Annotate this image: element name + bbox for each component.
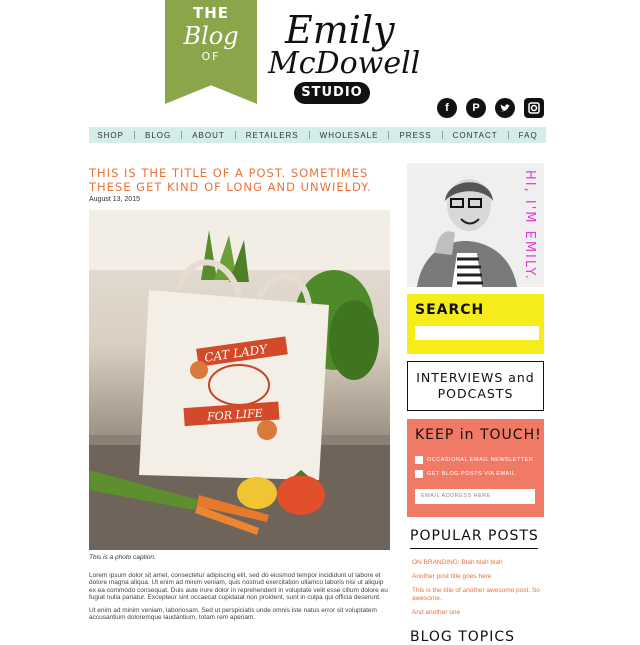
banner-line3: OF: [201, 50, 221, 63]
post-date: August 13, 2015: [89, 196, 140, 203]
newsletter-option[interactable]: OCCASIONAL EMAIL NEWSLETTER: [415, 456, 533, 464]
nav-retailers[interactable]: RETAILERS: [246, 131, 299, 140]
pinterest-icon[interactable]: P: [466, 98, 486, 118]
nav-faq[interactable]: FAQ: [519, 131, 538, 140]
nav-blog[interactable]: BLOG: [145, 131, 171, 140]
blog-banner[interactable]: THE Blog OF: [165, 0, 257, 104]
nav-separator: [308, 131, 310, 139]
banner-line1: THE: [192, 4, 230, 22]
popular-post-link[interactable]: And another one: [412, 609, 542, 617]
nav-wholesale[interactable]: WHOLESALE: [320, 131, 379, 140]
popular-posts-title: POPULAR POSTS: [410, 528, 539, 544]
twitter-icon[interactable]: [495, 98, 515, 118]
nav-separator: [234, 131, 236, 139]
nav-about[interactable]: ABOUT: [192, 131, 225, 140]
logo-last-name[interactable]: McDowell: [268, 46, 420, 81]
logo-studio-badge[interactable]: STUDIO: [294, 82, 370, 104]
main-nav: SHOP BLOG ABOUT RETAILERS WHOLESALE PRES…: [89, 127, 546, 143]
facebook-icon[interactable]: f: [437, 98, 457, 118]
nav-separator: [133, 131, 135, 139]
nav-shop[interactable]: SHOP: [97, 131, 124, 140]
photo-caption: This is a photo caption.: [89, 554, 156, 561]
social-links: f P: [437, 98, 544, 118]
newsletter-label: OCCASIONAL EMAIL NEWSLETTER: [427, 457, 534, 463]
blog-email-option[interactable]: GET BLOG POSTS VIA EMAIL: [415, 470, 515, 478]
post-paragraph: Ut enim ad minim veniam, laboriosam. Sed…: [89, 606, 377, 622]
post-body: Lorem ipsum dolor sit amet, consectetur …: [89, 572, 389, 626]
interviews-line1: INTERVIEWS and: [416, 370, 535, 385]
keep-in-touch-title: KEEP in TOUCH!: [415, 427, 542, 443]
nav-separator: [441, 131, 443, 139]
popular-posts-divider: [410, 548, 538, 549]
popular-post-link[interactable]: ON BRANDING: Blah blah blah: [412, 559, 542, 567]
popular-post-link[interactable]: Another post title goes here: [412, 573, 542, 581]
search-input[interactable]: [415, 326, 539, 340]
instagram-icon[interactable]: [524, 98, 544, 118]
newsletter-checkbox[interactable]: [415, 456, 423, 464]
nav-separator: [507, 131, 509, 139]
blog-email-checkbox[interactable]: [415, 470, 423, 478]
nav-separator: [388, 131, 390, 139]
interviews-podcasts-link[interactable]: INTERVIEWS and PODCASTS: [407, 361, 544, 411]
nav-press[interactable]: PRESS: [399, 131, 431, 140]
hi-im-emily: HI, I'M EMILY.: [522, 170, 537, 281]
search-label: SEARCH: [415, 302, 485, 318]
interviews-line2: PODCASTS: [437, 386, 514, 401]
search-widget: SEARCH: [407, 294, 544, 354]
nav-separator: [181, 131, 183, 139]
post-paragraph: Lorem ipsum dolor sit amet, consectetur …: [89, 572, 388, 602]
banner-line2: Blog: [183, 22, 239, 50]
popular-post-link[interactable]: This is the title of another awesome pos…: [412, 587, 542, 603]
blog-topics-title: BLOG TOPICS: [410, 629, 516, 645]
post-photo: CAT LADY FOR LIFE: [89, 210, 390, 550]
blog-email-label: GET BLOG POSTS VIA EMAIL: [427, 471, 516, 477]
post-title[interactable]: THIS IS THE TITLE OF A POST. SOMETIMES T…: [89, 166, 389, 194]
nav-contact[interactable]: CONTACT: [453, 131, 498, 140]
email-address-field[interactable]: EMAIL ADDRESS HERE: [415, 489, 535, 504]
